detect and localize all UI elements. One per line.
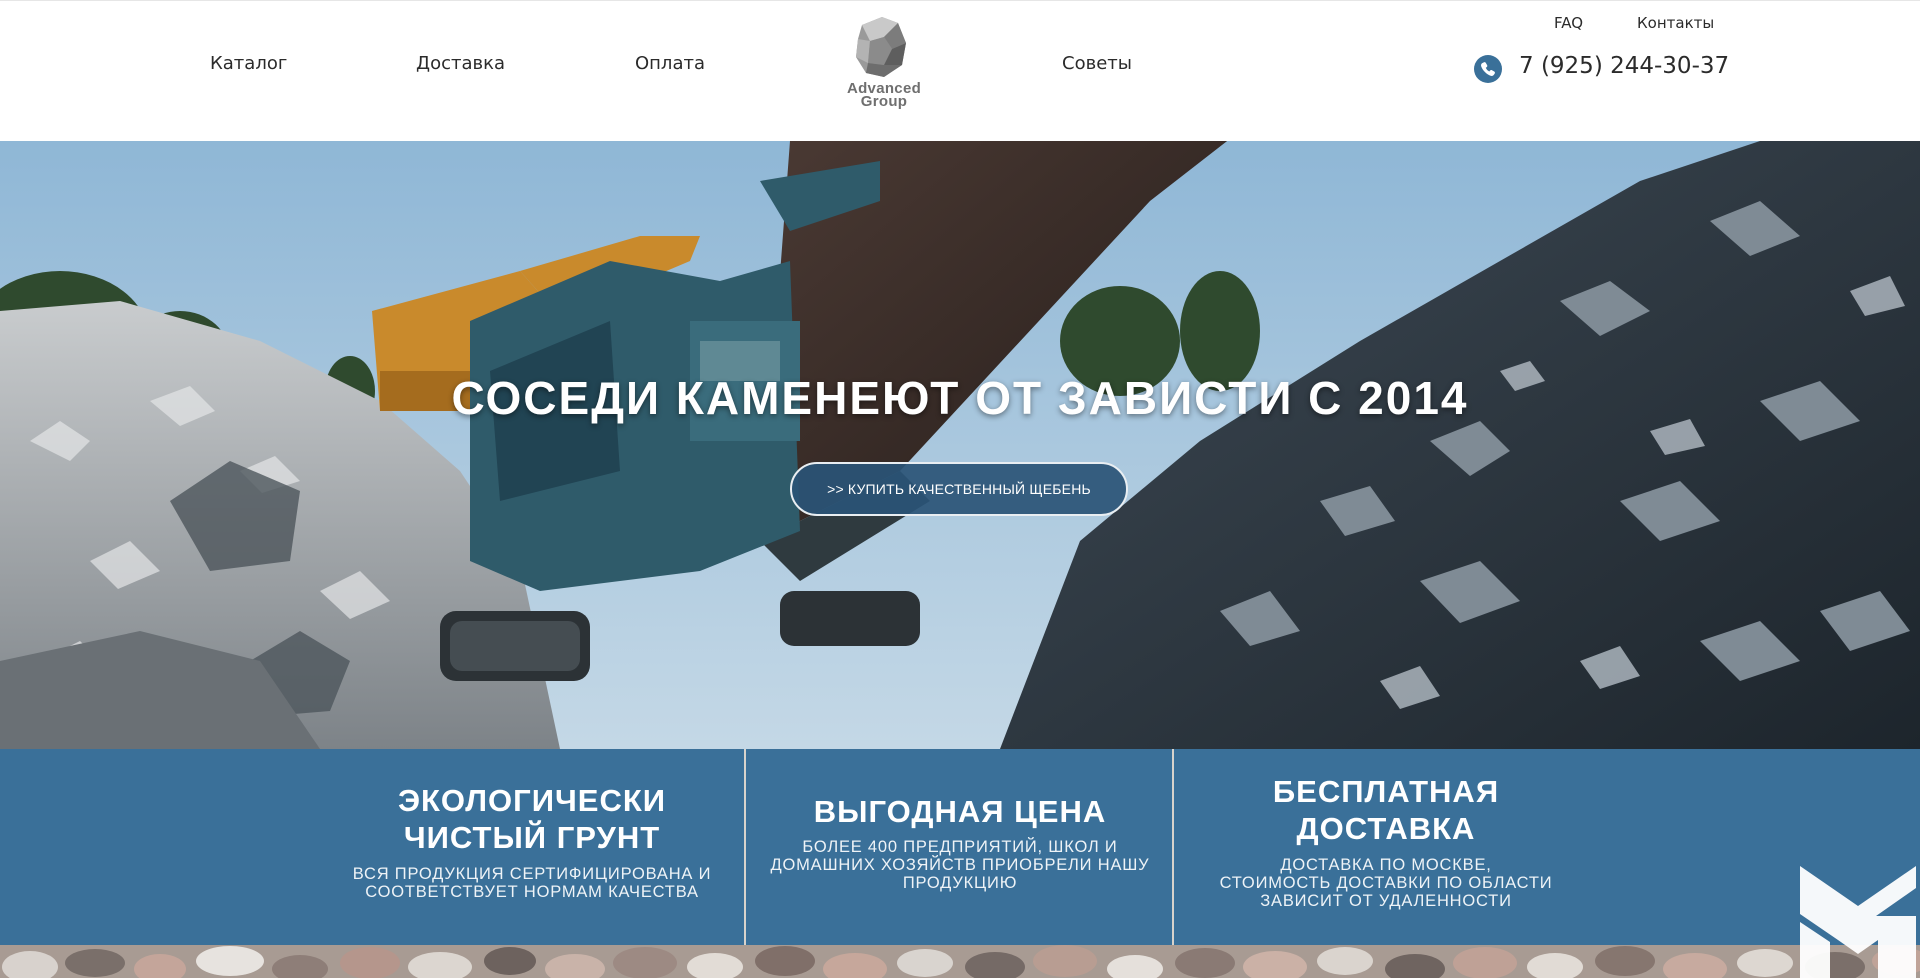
feature-description: ПРОДУКЦИЮ	[902, 874, 1018, 892]
feature-description: СТОИМОСТЬ ДОСТАВКИ ПО ОБЛАСТИ	[1219, 874, 1553, 892]
buy-gravel-button[interactable]: >> КУПИТЬ КАЧЕСТВЕННЫЙ ЩЕБЕНЬ	[790, 462, 1128, 516]
feature-description: БОЛЕЕ 400 ПРЕДПРИЯТИЙ, ШКОЛ И	[802, 838, 1118, 856]
feature-description: ВСЯ ПРОДУКЦИЯ СЕРТИФИЦИРОВАНА И	[352, 865, 712, 883]
nav-delivery[interactable]: Доставка	[416, 53, 505, 74]
site-logo[interactable]: Advanced Group	[832, 15, 936, 111]
feature-price: ВЫГОДНАЯ ЦЕНА БОЛЕЕ 400 ПРЕДПРИЯТИЙ, ШКО…	[748, 749, 1172, 945]
nav-tips[interactable]: Советы	[1062, 53, 1132, 74]
feature-divider	[1172, 749, 1174, 945]
hero-title: СОСЕДИ КАМЕНЕЮТ ОТ ЗАВИСТИ С 2014	[451, 372, 1469, 424]
contacts-link[interactable]: Контакты	[1637, 14, 1714, 32]
feature-description: СООТВЕТСТВУЕТ НОРМАМ КАЧЕСТВА	[365, 883, 699, 901]
feature-eco: ЭКОЛОГИЧЕСКИ ЧИСТЫЙ ГРУНТ ВСЯ ПРОДУКЦИЯ …	[330, 749, 734, 945]
feature-title: ВЫГОДНАЯ ЦЕНА	[813, 794, 1107, 829]
site-header: Каталог Доставка Оплата Advanced Group С…	[0, 0, 1920, 141]
stone-logo-icon	[856, 17, 906, 77]
features-bar: ЭКОЛОГИЧЕСКИ ЧИСТЫЙ ГРУНТ ВСЯ ПРОДУКЦИЯ …	[0, 749, 1920, 945]
feature-description: ДОМАШНИХ ХОЗЯЙСТВ ПРИОБРЕЛИ НАШУ	[770, 856, 1150, 874]
feature-title: ДОСТАВКА	[1296, 811, 1476, 846]
logo-text-line2: Group	[860, 93, 908, 110]
feature-title: ЭКОЛОГИЧЕСКИ	[397, 783, 667, 818]
hero-banner: СОСЕДИ КАМЕНЕЮТ ОТ ЗАВИСТИ С 2014 >> КУП…	[0, 141, 1920, 749]
feature-divider	[744, 749, 746, 945]
nav-payment[interactable]: Оплата	[635, 53, 705, 74]
feature-title: БЕСПЛАТНАЯ	[1272, 774, 1500, 809]
hero-background-image	[0, 141, 1920, 749]
brand-widget-icon[interactable]	[1796, 858, 1920, 978]
phone-icon[interactable]	[1474, 55, 1502, 83]
feature-description: ДОСТАВКА ПО МОСКВЕ,	[1280, 856, 1492, 874]
feature-delivery: БЕСПЛАТНАЯ ДОСТАВКА ДОСТАВКА ПО МОСКВЕ, …	[1176, 749, 1596, 945]
nav-catalog[interactable]: Каталог	[210, 53, 287, 74]
faq-link[interactable]: FAQ	[1554, 14, 1583, 32]
phone-number[interactable]: 7 (925) 244-30-37	[1519, 53, 1729, 79]
gravel-image-strip	[0, 945, 1920, 978]
feature-description: ЗАВИСИТ ОТ УДАЛЕННОСТИ	[1260, 892, 1512, 910]
feature-title: ЧИСТЫЙ ГРУНТ	[403, 820, 661, 855]
